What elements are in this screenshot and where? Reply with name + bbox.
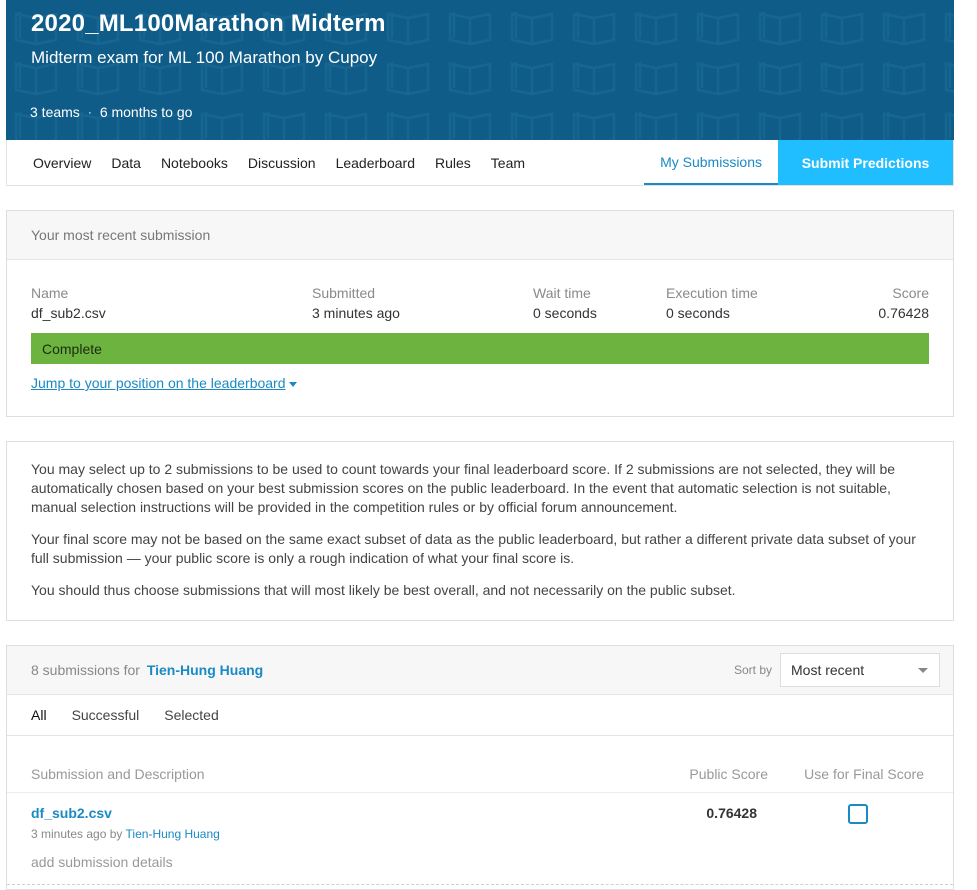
execution-time-value: 0 seconds — [666, 305, 730, 321]
info-paragraph-private-data: Your final score may not be based on the… — [31, 531, 916, 566]
tab-all[interactable]: All — [31, 707, 47, 723]
submit-predictions-button[interactable]: Submit Predictions — [778, 140, 953, 185]
submissions-table-header: Submission and Description Public Score … — [7, 761, 953, 793]
deadline-text: 6 months to go — [99, 104, 193, 120]
submitted-value: 3 minutes ago — [312, 305, 400, 321]
sort-dropdown[interactable]: Most recent — [780, 653, 940, 687]
add-submission-details-link[interactable]: add submission details — [31, 854, 173, 870]
tab-leaderboard[interactable]: Leaderboard — [326, 140, 425, 185]
public-score-value: 0.76428 — [706, 805, 757, 821]
recent-submission-header: Your most recent submission — [7, 211, 953, 260]
competition-banner: 2020_ML100Marathon Midterm Midterm exam … — [6, 0, 954, 140]
final-score-info-card: You may select up to 2 submissions to be… — [6, 441, 954, 621]
submissions-count-text: 8 submissions for — [31, 662, 140, 678]
recent-submission-card: Your most recent submission Name df_sub2… — [6, 210, 954, 417]
submissions-count: 8 submissions for Tien-Hung Huang — [31, 662, 263, 678]
submission-time: 3 minutes ago — [31, 827, 107, 841]
jump-to-leaderboard-link[interactable]: Jump to your position on the leaderboard — [31, 375, 297, 391]
name-value: df_sub2.csv — [31, 305, 106, 321]
user-profile-link[interactable]: Tien-Hung Huang — [147, 662, 263, 678]
caret-down-icon — [288, 381, 297, 387]
chevron-down-icon — [918, 668, 928, 673]
competition-nav: Overview Data Notebooks Discussion Leade… — [6, 140, 954, 186]
submission-filter-tabs: All Successful Selected — [7, 695, 953, 736]
team-count[interactable]: 3 teams — [30, 104, 80, 120]
info-paragraph-advice: You should thus choose submissions that … — [31, 582, 736, 598]
tab-overview[interactable]: Overview — [7, 140, 101, 185]
submissions-list-card: 8 submissions for Tien-Hung Huang Sort b… — [6, 645, 954, 890]
meta-separator: · — [87, 105, 92, 119]
wait-time-value: 0 seconds — [533, 305, 597, 321]
tab-data[interactable]: Data — [101, 140, 151, 185]
sort-selected-value: Most recent — [791, 662, 865, 678]
submitted-label: Submitted — [312, 285, 376, 301]
tab-my-submissions[interactable]: My Submissions — [644, 140, 778, 185]
table-row: df_sub2.csv 3 minutes ago by Tien-Hung H… — [7, 802, 953, 882]
tab-discussion[interactable]: Discussion — [238, 140, 326, 185]
name-column: Name df_sub2.csv — [31, 285, 106, 321]
jump-link-label: Jump to your position on the leaderboard — [31, 375, 286, 391]
wait-time-column: Wait time 0 seconds — [533, 285, 597, 321]
submission-user-link[interactable]: Tien-Hung Huang — [126, 827, 220, 841]
submissions-list-header: 8 submissions for Tien-Hung Huang Sort b… — [7, 646, 953, 695]
submission-file-link[interactable]: df_sub2.csv — [31, 805, 112, 821]
competition-subtitle: Midterm exam for ML 100 Marathon by Cupo… — [31, 48, 378, 67]
wait-time-label: Wait time — [533, 285, 591, 301]
tab-successful[interactable]: Successful — [72, 707, 140, 723]
tab-team[interactable]: Team — [481, 140, 535, 185]
submission-meta: 3 minutes ago by Tien-Hung Huang — [31, 827, 220, 841]
use-for-final-score-checkbox[interactable] — [848, 804, 868, 824]
name-label: Name — [31, 285, 69, 301]
submission-by: by — [109, 827, 123, 841]
execution-time-label: Execution time — [666, 285, 758, 301]
submitted-column: Submitted 3 minutes ago — [312, 285, 400, 321]
competition-meta: 3 teams · 6 months to go — [30, 104, 192, 120]
competition-title: 2020_ML100Marathon Midterm — [31, 10, 386, 37]
sort-label: Sort by — [733, 663, 772, 677]
column-header-description: Submission and Description — [31, 766, 205, 782]
tab-selected[interactable]: Selected — [164, 707, 218, 723]
score-column: Score 0.76428 — [878, 285, 929, 321]
info-paragraph-selection: You may select up to 2 submissions to be… — [31, 461, 896, 515]
execution-time-column: Execution time 0 seconds — [666, 285, 758, 321]
sort-control: Sort by Most recent — [734, 653, 940, 687]
score-label: Score — [892, 285, 929, 301]
column-header-public-score: Public Score — [689, 766, 768, 782]
score-value: 0.76428 — [878, 305, 929, 321]
column-header-final-score: Use for Final Score — [804, 766, 924, 782]
tab-rules[interactable]: Rules — [425, 140, 481, 185]
status-badge: Complete — [31, 333, 929, 364]
tab-notebooks[interactable]: Notebooks — [151, 140, 238, 185]
